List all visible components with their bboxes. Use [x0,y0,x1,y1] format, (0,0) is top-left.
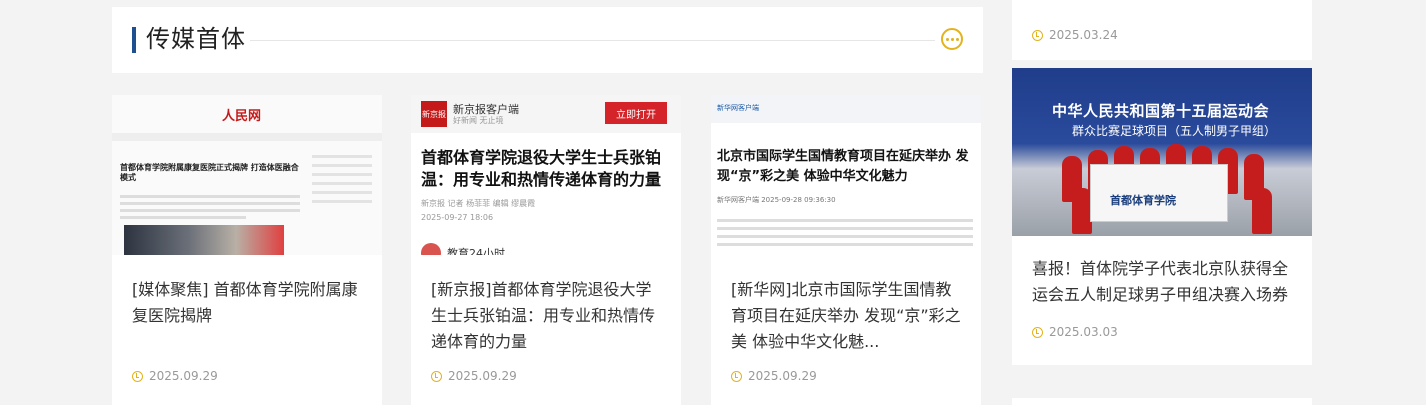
thumb-sidebar [312,155,372,209]
date-text: 2025.09.29 [748,369,817,383]
card-date: 2025.03.24 [1032,28,1118,42]
news-card[interactable]: 中华人民共和国第十五届运动会 群众比赛足球项目（五人制男子甲组） 首都体育学院 … [1012,68,1312,365]
date-text: 2025.03.03 [1049,325,1118,339]
clock-icon [731,370,742,382]
header-divider [250,40,935,41]
news-card[interactable]: 新京报 新京报客户端 好新闻 无止境 立即打开 首都体育学院退役大学生士兵张铂温… [411,95,681,405]
news-card[interactable]: 新华网客户端 北京市国际学生国情教育项目在延庆举办 发现“京”彩之美 体验中华文… [711,95,981,405]
news-card-next[interactable] [1012,398,1312,405]
author-name: 教育24小时 [447,247,505,255]
title-accent-bar [132,27,136,53]
card-date: 2025.03.03 [1032,325,1118,339]
photo-banner-title: 中华人民共和国第十五届运动会 [1052,102,1270,120]
date-text: 2025.09.29 [448,369,517,383]
card-caption[interactable]: [媒体聚焦] 首都体育学院附属康复医院揭牌 [132,277,362,329]
thumb-body-lines [120,195,300,223]
card-date: 2025.09.29 [132,369,218,383]
news-photo[interactable]: 中华人民共和国第十五届运动会 群众比赛足球项目（五人制男子甲组） 首都体育学院 [1012,68,1312,236]
site-logo: 人民网 [222,109,262,124]
thumb-photo [124,225,284,255]
thumb-headline: 北京市国际学生国情教育项目在延庆举办 发现“京”彩之美 体验中华文化魅力 [717,149,969,184]
thumb-body-lines [717,219,973,251]
flag-text: 首都体育学院 [1110,194,1176,207]
date-text: 2025.03.24 [1049,28,1118,42]
news-thumbnail[interactable]: 人民网 首都体育学院附属康复医院正式揭牌 打造体医融合模式 [112,95,382,255]
thumb-byline: 新京报 记者 杨菲菲 编辑 缪晨霞 [421,199,536,208]
clock-icon [431,370,442,382]
card-caption[interactable]: [新华网]北京市国际学生国情教育项目在延庆举办 发现“京”彩之美 体验中华文化魅… [731,277,961,355]
thumb-meta: 新京报 记者 杨菲菲 编辑 缪晨霞 2025-09-27 18:06 [421,197,535,225]
card-date: 2025.09.29 [731,369,817,383]
clock-icon [1032,326,1043,338]
thumb-headline: 首都体育学院附属康复医院正式揭牌 打造体医融合模式 [120,163,299,182]
news-thumbnail[interactable]: 新京报 新京报客户端 好新闻 无止境 立即打开 首都体育学院退役大学生士兵张铂温… [411,95,681,255]
app-slogan: 好新闻 无止境 [453,116,504,125]
app-logo: 新京报 [421,101,447,127]
news-thumbnail[interactable]: 新华网客户端 北京市国际学生国情教育项目在延庆举办 发现“京”彩之美 体验中华文… [711,95,981,255]
site-logo: 新华网客户端 [717,104,759,112]
card-caption[interactable]: [新京报]首都体育学院退役大学生士兵张铂温：用专业和热情传递体育的力量 [431,277,661,355]
thumb-headline: 首都体育学院退役大学生士兵张铂温：用专业和热情传递体育的力量 [421,148,662,189]
author-avatar [421,243,441,255]
date-text: 2025.09.29 [149,369,218,383]
more-icon[interactable] [941,28,963,50]
section-header: 传媒首体 [112,7,983,73]
card-caption[interactable]: 喜报！首体院学子代表北京队获得全运会五人制足球男子甲组决赛入场券 [1032,256,1292,308]
clock-icon [132,370,143,382]
clock-icon [1032,29,1043,41]
thumb-meta: 新华网客户端 2025-09-28 09:36:30 [717,196,836,204]
thumb-time: 2025-09-27 18:06 [421,213,494,222]
card-date: 2025.09.29 [431,369,517,383]
site-navbar [112,133,382,141]
section-title: 传媒首体 [146,25,246,53]
news-card-previous[interactable]: 2025.03.24 [1012,0,1312,60]
open-app-button: 立即打开 [605,102,667,124]
news-card[interactable]: 人民网 首都体育学院附属康复医院正式揭牌 打造体医融合模式 [媒体聚焦] 首都体… [112,95,382,405]
